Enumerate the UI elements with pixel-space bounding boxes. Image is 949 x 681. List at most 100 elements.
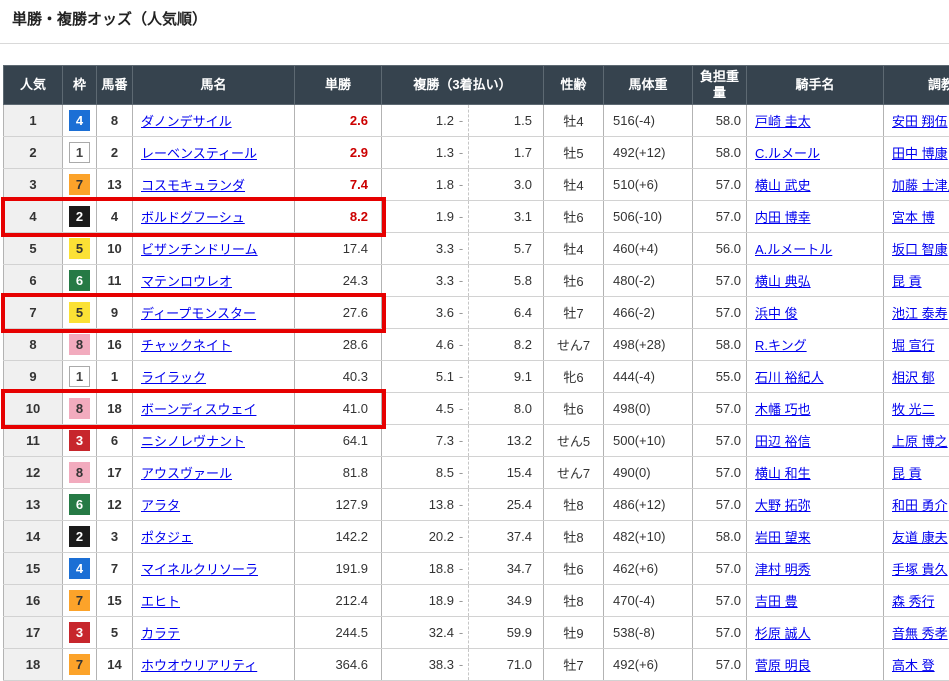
- horse-number-cell: 6: [97, 425, 133, 457]
- trainer-link[interactable]: 高木 登: [892, 658, 935, 673]
- horse-name-link[interactable]: ディープモンスター: [141, 306, 256, 321]
- jockey-link[interactable]: 津村 明秀: [755, 562, 811, 577]
- jockey-link[interactable]: 木幡 巧也: [755, 402, 811, 417]
- horse-name-link[interactable]: カラテ: [141, 626, 180, 641]
- win-odds-cell: 64.1: [295, 425, 382, 457]
- trainer-link[interactable]: 牧 光二: [892, 402, 935, 417]
- horse-name-link[interactable]: ホウオウリアリティ: [141, 658, 257, 673]
- place-odds-low: 18.9: [382, 585, 454, 616]
- jockey-link[interactable]: 大野 拓弥: [755, 498, 811, 513]
- frame-badge: 1: [69, 366, 90, 387]
- place-odds: 4.5-8.0: [382, 393, 543, 424]
- load-weight-cell: 57.0: [693, 617, 747, 649]
- trainer-link[interactable]: 上原 博之: [892, 434, 948, 449]
- place-odds: 4.6-8.2: [382, 329, 543, 360]
- trainer-cell: 宮本 博: [884, 201, 949, 233]
- trainer-link[interactable]: 宮本 博: [892, 210, 935, 225]
- horse-name-link[interactable]: チャックネイト: [141, 338, 232, 353]
- horse-name-link[interactable]: マイネルクリソーラ: [141, 562, 258, 577]
- horse-name-link[interactable]: ボルドグフーシュ: [141, 210, 245, 225]
- trainer-link[interactable]: 相沢 郁: [892, 370, 935, 385]
- frame-cell: 7: [63, 585, 97, 617]
- frame-cell: 7: [63, 169, 97, 201]
- jockey-link[interactable]: 横山 武史: [755, 178, 811, 193]
- rank-cell: 16: [4, 585, 63, 617]
- trainer-cell: 音無 秀孝: [884, 617, 949, 649]
- trainer-link[interactable]: 加藤 士津八: [892, 178, 949, 193]
- trainer-link[interactable]: 友道 康夫: [892, 530, 948, 545]
- trainer-link[interactable]: 坂口 智康: [892, 242, 948, 257]
- trainer-link[interactable]: 森 秀行: [892, 594, 935, 609]
- jockey-link[interactable]: C.ルメール: [755, 146, 820, 161]
- table-row: 424ボルドグフーシュ8.21.9-3.1牡6506(-10)57.0内田 博幸…: [4, 201, 949, 233]
- sex-age-cell: 牡6: [544, 265, 604, 297]
- horse-name-link[interactable]: ビザンチンドリーム: [141, 242, 258, 257]
- horse-name-link[interactable]: ニシノレヴナント: [141, 434, 245, 449]
- rank-cell: 14: [4, 521, 63, 553]
- horse-name-link[interactable]: レーベンスティール: [141, 146, 257, 161]
- place-odds-low: 3.3: [382, 265, 454, 296]
- horse-name-cell: ホウオウリアリティ: [133, 649, 295, 681]
- win-odds-cell: 41.0: [295, 393, 382, 425]
- jockey-link[interactable]: 菅原 明良: [755, 658, 811, 673]
- jockey-link[interactable]: 浜中 俊: [755, 306, 798, 321]
- load-weight-cell: 55.0: [693, 361, 747, 393]
- horse-weight-cell: 490(0): [604, 457, 693, 489]
- place-odds-separator: -: [454, 489, 469, 520]
- place-odds: 7.3-13.2: [382, 425, 543, 456]
- trainer-cell: 上原 博之: [884, 425, 949, 457]
- jockey-link[interactable]: 戸崎 圭太: [755, 114, 811, 129]
- trainer-link[interactable]: 音無 秀孝: [892, 626, 948, 641]
- trainer-cell: 安田 翔伍: [884, 105, 949, 137]
- load-weight-cell: 57.0: [693, 265, 747, 297]
- jockey-link[interactable]: 内田 博幸: [755, 210, 811, 225]
- place-odds-separator: -: [454, 297, 469, 328]
- trainer-link[interactable]: 堀 宣行: [892, 338, 935, 353]
- frame-badge: 6: [69, 494, 90, 515]
- trainer-link[interactable]: 和田 勇介: [892, 498, 948, 513]
- horse-name-link[interactable]: ライラック: [141, 370, 206, 385]
- horse-name-link[interactable]: ポタジェ: [141, 530, 193, 545]
- jockey-link[interactable]: 田辺 裕信: [755, 434, 811, 449]
- rank-cell: 11: [4, 425, 63, 457]
- horse-weight-cell: 538(-8): [604, 617, 693, 649]
- horse-name-cell: ボーンディスウェイ: [133, 393, 295, 425]
- jockey-link[interactable]: 石川 裕紀人: [755, 370, 824, 385]
- place-odds-separator: -: [454, 457, 469, 488]
- jockey-link[interactable]: 吉田 豊: [755, 594, 798, 609]
- jockey-link[interactable]: R.キング: [755, 338, 807, 353]
- trainer-cell: 池江 泰寿: [884, 297, 949, 329]
- horse-name-link[interactable]: エヒト: [141, 594, 180, 609]
- horse-weight-cell: 506(-10): [604, 201, 693, 233]
- horse-name-link[interactable]: ダノンデサイル: [141, 114, 232, 129]
- place-odds: 18.9-34.9: [382, 585, 543, 616]
- trainer-link[interactable]: 田中 博康: [892, 146, 948, 161]
- table-row: 12817アウスヴァール81.88.5-15.4せん7490(0)57.0横山 …: [4, 457, 949, 489]
- horse-weight-cell: 492(+12): [604, 137, 693, 169]
- horse-name-link[interactable]: アラタ: [141, 498, 180, 513]
- horse-weight-cell: 498(+28): [604, 329, 693, 361]
- horse-name-cell: コスモキュランダ: [133, 169, 295, 201]
- jockey-link[interactable]: A.ルメートル: [755, 242, 832, 257]
- horse-name-link[interactable]: コスモキュランダ: [141, 178, 245, 193]
- jockey-link[interactable]: 杉原 誠人: [755, 626, 811, 641]
- win-odds-cell: 191.9: [295, 553, 382, 585]
- trainer-link[interactable]: 昆 貢: [892, 274, 922, 289]
- horse-name-link[interactable]: マテンロウレオ: [141, 274, 232, 289]
- place-odds: 18.8-34.7: [382, 553, 543, 584]
- trainer-link[interactable]: 池江 泰寿: [892, 306, 948, 321]
- header-win: 単勝: [295, 66, 382, 105]
- jockey-link[interactable]: 岩田 望来: [755, 530, 811, 545]
- frame-cell: 2: [63, 521, 97, 553]
- trainer-link[interactable]: 昆 貢: [892, 466, 922, 481]
- jockey-cell: 菅原 明良: [747, 649, 884, 681]
- trainer-link[interactable]: 手塚 貴久: [892, 562, 948, 577]
- place-odds-cell: 3.3-5.8: [382, 265, 544, 297]
- horse-name-link[interactable]: ボーンディスウェイ: [141, 402, 256, 417]
- jockey-link[interactable]: 横山 和生: [755, 466, 811, 481]
- trainer-link[interactable]: 安田 翔伍: [892, 114, 948, 129]
- frame-cell: 4: [63, 553, 97, 585]
- load-weight-cell: 56.0: [693, 233, 747, 265]
- horse-name-link[interactable]: アウスヴァール: [141, 466, 232, 481]
- jockey-link[interactable]: 横山 典弘: [755, 274, 811, 289]
